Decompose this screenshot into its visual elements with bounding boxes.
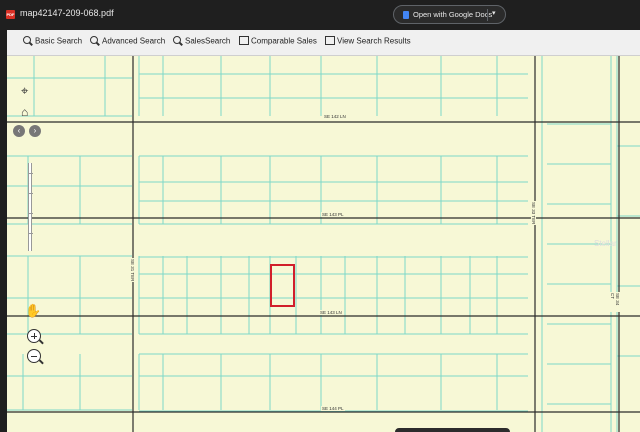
parcel-lines — [7, 56, 640, 432]
page-indicator-pill — [395, 428, 510, 432]
comparable-sales-label: Comparable Sales — [251, 36, 317, 46]
view-search-results-label: View Search Results — [337, 36, 411, 46]
road-label-se-34-ct: SE 34 CT — [610, 292, 620, 312]
pdf-toolbar: PDF map42147-209-068.pdf Open with Googl… — [0, 0, 640, 30]
button-divider — [487, 9, 488, 21]
basic-search-button[interactable]: Basic Search — [23, 36, 82, 50]
subject-parcel-highlight[interactable] — [270, 264, 295, 307]
road-label-se-33-ter: SE 33 TER — [531, 201, 536, 226]
stellar-watermark: Stellar — [594, 239, 617, 248]
map-navigation-controls: ⌖ ⌂ ‹ › ✋ — [13, 83, 47, 365]
zoom-slider-tick — [29, 233, 33, 234]
zoom-in-icon[interactable] — [27, 329, 44, 345]
search-icon — [173, 36, 183, 46]
chevron-down-icon[interactable]: ▾ — [492, 9, 496, 17]
advanced-search-button[interactable]: Advanced Search — [90, 36, 165, 50]
zoom-slider[interactable] — [28, 163, 33, 251]
zoom-slider-tick — [29, 213, 33, 214]
search-icon — [23, 36, 33, 46]
road-label-se-142-ln: SE 142 LN — [323, 114, 347, 119]
pdf-page: Basic Search Advanced Search SalesSearch… — [7, 30, 640, 432]
map-toolbar: Basic Search Advanced Search SalesSearch… — [7, 30, 640, 56]
table-icon — [325, 36, 335, 46]
zoom-slider-tick — [29, 193, 33, 194]
advanced-search-label: Advanced Search — [102, 36, 166, 46]
comparable-sales-button[interactable]: Comparable Sales — [239, 36, 317, 50]
zoom-slider-tick — [29, 173, 33, 174]
hand-icon[interactable]: ✋ — [25, 303, 41, 319]
road-label-se-143-pl: SE 143 PL — [321, 212, 345, 217]
chart-icon — [239, 36, 249, 46]
google-docs-icon — [403, 11, 409, 19]
view-search-results-button[interactable]: View Search Results — [325, 36, 411, 50]
road-label-se-143-ln: SE 143 LN — [319, 310, 343, 315]
chevron-right-icon[interactable]: › — [29, 125, 41, 137]
search-icon — [90, 36, 100, 46]
parcel-map[interactable]: SE 142 LN SE 143 PL SE 143 LN SE 144 PL … — [7, 56, 640, 432]
chevron-left-icon[interactable]: ‹ — [13, 125, 25, 137]
crosshair-icon[interactable]: ⌖ — [21, 83, 28, 99]
open-with-google-docs-button[interactable]: Open with Google Docs ▾ — [393, 5, 506, 24]
road-label-se-31-ter: SE 31 TER — [130, 258, 135, 283]
zoom-out-icon[interactable] — [27, 349, 44, 365]
open-with-google-docs-label: Open with Google Docs — [413, 10, 493, 19]
basic-search-label: Basic Search — [35, 36, 83, 46]
road-label-se-144-pl: SE 144 PL — [321, 406, 345, 411]
sales-search-label: SalesSearch — [185, 36, 231, 46]
pdf-filename: map42147-209-068.pdf — [20, 8, 114, 18]
sales-search-button[interactable]: SalesSearch — [173, 36, 230, 50]
pdf-icon: PDF — [6, 10, 15, 19]
home-icon[interactable]: ⌂ — [21, 105, 28, 119]
